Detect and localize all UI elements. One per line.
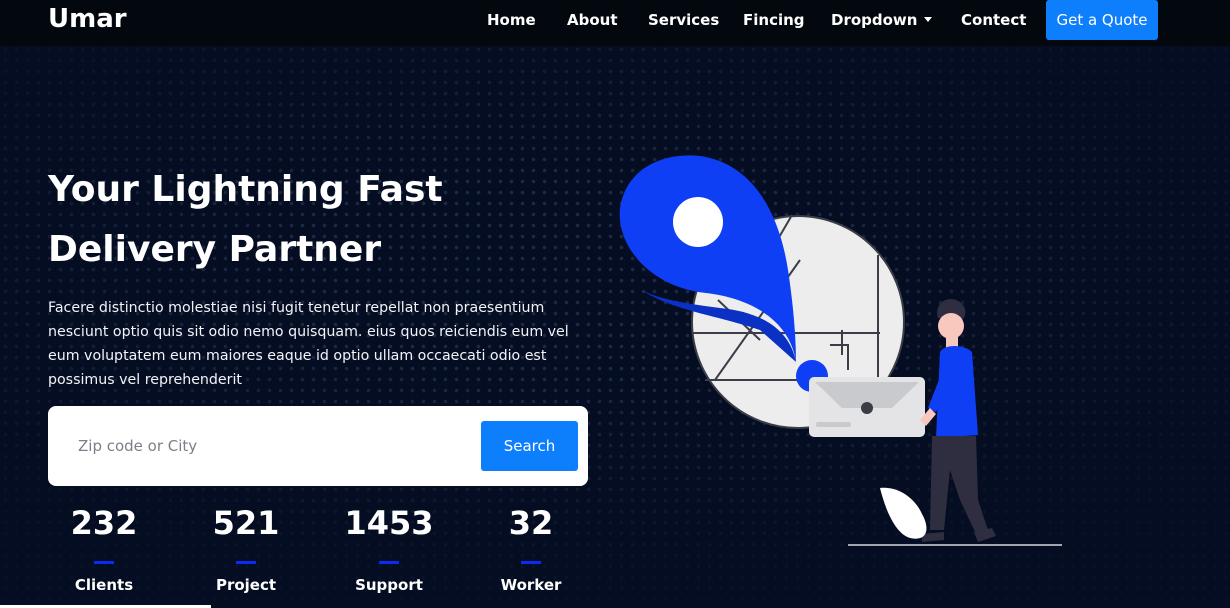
nav-about[interactable]: About	[567, 11, 618, 29]
search-form: Search	[48, 406, 588, 486]
stat-project: 521 Project	[176, 500, 316, 594]
navbar: Umar Home About Services Fincing Dropdow…	[0, 0, 1230, 46]
package-icon	[809, 377, 925, 437]
stat-label: Project	[215, 576, 277, 594]
chevron-down-icon	[924, 17, 933, 22]
stat-divider	[94, 561, 114, 564]
nav-services[interactable]: Services	[648, 11, 719, 29]
stat-divider	[379, 561, 399, 564]
stat-label: Clients	[74, 576, 134, 594]
stat-divider	[236, 561, 256, 564]
stat-worker: 32 Worker	[461, 500, 601, 594]
stat-support: 1453 Support	[319, 500, 459, 594]
person-icon	[920, 299, 996, 542]
nav-dropdown[interactable]: Dropdown	[831, 11, 933, 29]
zip-city-input[interactable]	[62, 420, 472, 472]
stat-value: 521	[212, 504, 280, 542]
stat-value: 1453	[344, 504, 434, 542]
delivery-illustration	[619, 155, 1062, 546]
stat-label: Support	[355, 576, 423, 594]
brand-logo[interactable]: Umar	[48, 4, 127, 34]
hero-description: Facere distinctio molestiae nisi fugit t…	[48, 300, 569, 388]
leaf-icon	[880, 487, 927, 539]
stat-label: Worker	[500, 576, 562, 594]
get-quote-button[interactable]: Get a Quote	[1046, 0, 1158, 40]
search-button[interactable]: Search	[481, 421, 578, 471]
stat-divider	[521, 561, 541, 564]
hero-title: Your Lightning Fast Delivery Partner	[48, 169, 443, 270]
stat-value: 232	[70, 504, 138, 542]
nav-contect[interactable]: Contect	[961, 11, 1026, 29]
stat-clients: 232 Clients	[34, 500, 174, 594]
nav-dropdown-label: Dropdown	[831, 11, 918, 29]
stat-value: 32	[508, 504, 554, 542]
nav-home[interactable]: Home	[487, 11, 536, 29]
nav-fincing[interactable]: Fincing	[743, 11, 805, 29]
